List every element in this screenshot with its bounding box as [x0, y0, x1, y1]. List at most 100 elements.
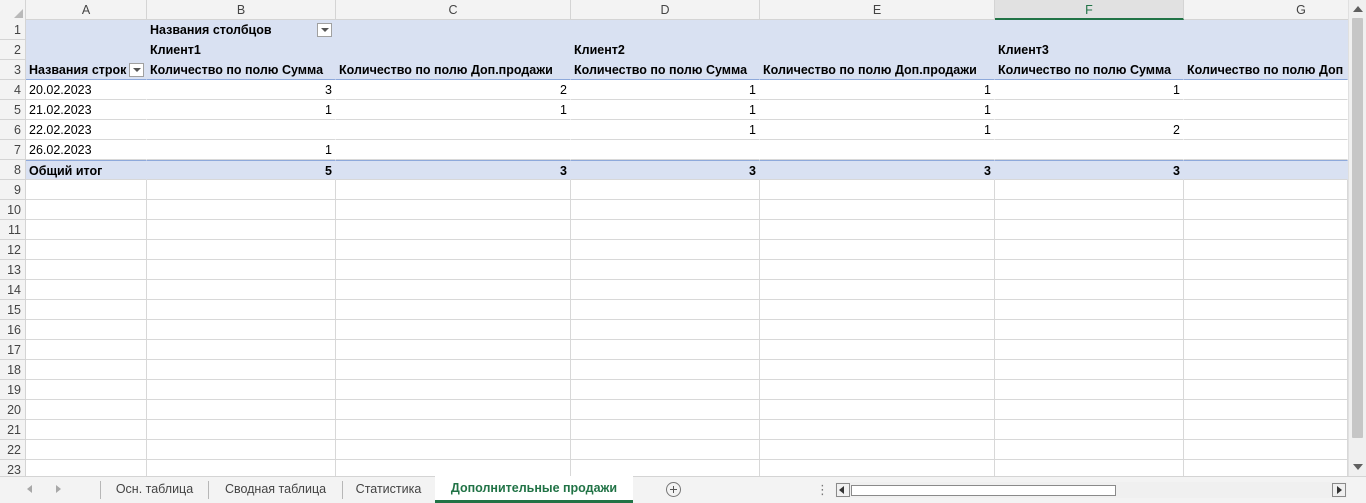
cell-f17[interactable] [995, 340, 1184, 360]
cell-b11[interactable] [147, 220, 336, 240]
cell-f14[interactable] [995, 280, 1184, 300]
cell-b13[interactable] [147, 260, 336, 280]
row-header[interactable]: 19 [0, 380, 26, 400]
cell-g20[interactable] [1184, 400, 1348, 420]
row-header[interactable]: 1 [0, 20, 26, 40]
scroll-left-arrow-icon[interactable] [839, 486, 844, 494]
pivot-value-cell[interactable]: 2 [995, 120, 1184, 140]
cell-c22[interactable] [336, 440, 571, 460]
cell-g11[interactable] [1184, 220, 1348, 240]
pivot-field-header[interactable]: Количество по полю Сумма [995, 60, 1184, 80]
row-header[interactable]: 21 [0, 420, 26, 440]
row-header[interactable]: 7 [0, 140, 26, 160]
dropdown-filter-icon[interactable] [129, 63, 144, 77]
cell-f22[interactable] [995, 440, 1184, 460]
pivot-value-cell[interactable]: 1 [760, 80, 995, 100]
cell-d21[interactable] [571, 420, 760, 440]
column-header-e[interactable]: E [760, 0, 995, 20]
cell-g22[interactable] [1184, 440, 1348, 460]
cell-g21[interactable] [1184, 420, 1348, 440]
tab-additional-sales[interactable]: Дополнительные продажи [435, 476, 633, 503]
column-header-g[interactable]: G [1184, 0, 1348, 20]
tab-main-table[interactable]: Осн. таблица [101, 477, 208, 503]
cell-d11[interactable] [571, 220, 760, 240]
pivot-value-cell[interactable] [336, 120, 571, 140]
cell-b21[interactable] [147, 420, 336, 440]
cell-f23[interactable] [995, 460, 1184, 476]
scroll-right-arrow-icon[interactable] [1337, 486, 1342, 494]
cell-g2[interactable] [1184, 40, 1348, 60]
cell-e21[interactable] [760, 420, 995, 440]
cell-b10[interactable] [147, 200, 336, 220]
column-header-a[interactable]: A [26, 0, 147, 20]
cell-e18[interactable] [760, 360, 995, 380]
cell-d22[interactable] [571, 440, 760, 460]
horizontal-scroll-thumb[interactable] [851, 485, 1116, 496]
cell-g1[interactable] [1184, 20, 1348, 40]
pivot-value-cell[interactable]: 1 [571, 100, 760, 120]
row-header[interactable]: 5 [0, 100, 26, 120]
cell-g14[interactable] [1184, 280, 1348, 300]
cell-f15[interactable] [995, 300, 1184, 320]
pivot-column-labels-header[interactable]: Названия столбцов [147, 20, 336, 40]
row-header[interactable]: 11 [0, 220, 26, 240]
cell-a10[interactable] [26, 200, 147, 220]
cell-d16[interactable] [571, 320, 760, 340]
pivot-field-header[interactable]: Количество по полю Сумма [571, 60, 760, 80]
row-header[interactable]: 16 [0, 320, 26, 340]
cell-a14[interactable] [26, 280, 147, 300]
row-header[interactable]: 23 [0, 460, 26, 476]
column-header-b[interactable]: B [147, 0, 336, 20]
cell-e16[interactable] [760, 320, 995, 340]
next-sheet-arrow-icon[interactable] [56, 485, 61, 493]
scroll-down-arrow-icon[interactable] [1353, 464, 1363, 470]
cell-f9[interactable] [995, 180, 1184, 200]
pivot-value-cell[interactable]: 1 [147, 100, 336, 120]
cell-f10[interactable] [995, 200, 1184, 220]
pivot-value-cell[interactable]: 1 [995, 80, 1184, 100]
cell-c20[interactable] [336, 400, 571, 420]
cell-c18[interactable] [336, 360, 571, 380]
cell-e22[interactable] [760, 440, 995, 460]
pivot-row-label[interactable]: 20.02.2023 [26, 80, 147, 100]
pivot-total-cell[interactable]: 3 [995, 160, 1184, 180]
cell-g8[interactable] [1184, 160, 1348, 180]
vertical-scrollbar[interactable] [1348, 0, 1366, 476]
pivot-total-cell[interactable]: 3 [571, 160, 760, 180]
cell-e11[interactable] [760, 220, 995, 240]
pivot-field-header[interactable]: Количество по полю Сумма [147, 60, 336, 80]
cell-f21[interactable] [995, 420, 1184, 440]
cell-b12[interactable] [147, 240, 336, 260]
cell-c14[interactable] [336, 280, 571, 300]
cell-c1[interactable] [336, 20, 571, 40]
pivot-value-cell[interactable] [336, 140, 571, 160]
row-header[interactable]: 8 [0, 160, 26, 180]
pivot-value-cell[interactable] [571, 140, 760, 160]
cell-g19[interactable] [1184, 380, 1348, 400]
cell-b16[interactable] [147, 320, 336, 340]
row-header[interactable]: 13 [0, 260, 26, 280]
select-all-button[interactable] [0, 0, 26, 20]
cell-g12[interactable] [1184, 240, 1348, 260]
cell-d18[interactable] [571, 360, 760, 380]
row-header[interactable]: 9 [0, 180, 26, 200]
cell-c21[interactable] [336, 420, 571, 440]
pivot-value-cell[interactable]: 2 [336, 80, 571, 100]
row-header[interactable]: 20 [0, 400, 26, 420]
vertical-scroll-thumb[interactable] [1352, 18, 1363, 438]
row-header[interactable]: 17 [0, 340, 26, 360]
cell-a12[interactable] [26, 240, 147, 260]
cell-f19[interactable] [995, 380, 1184, 400]
pivot-field-header[interactable]: Количество по полю Доп.продажи [760, 60, 995, 80]
cell-c9[interactable] [336, 180, 571, 200]
cell-a11[interactable] [26, 220, 147, 240]
cell-a13[interactable] [26, 260, 147, 280]
cell-e2[interactable] [760, 40, 995, 60]
cell-c16[interactable] [336, 320, 571, 340]
cell-f16[interactable] [995, 320, 1184, 340]
cell-c11[interactable] [336, 220, 571, 240]
pivot-value-cell[interactable] [760, 140, 995, 160]
cell-d15[interactable] [571, 300, 760, 320]
cell-c19[interactable] [336, 380, 571, 400]
row-header[interactable]: 2 [0, 40, 26, 60]
